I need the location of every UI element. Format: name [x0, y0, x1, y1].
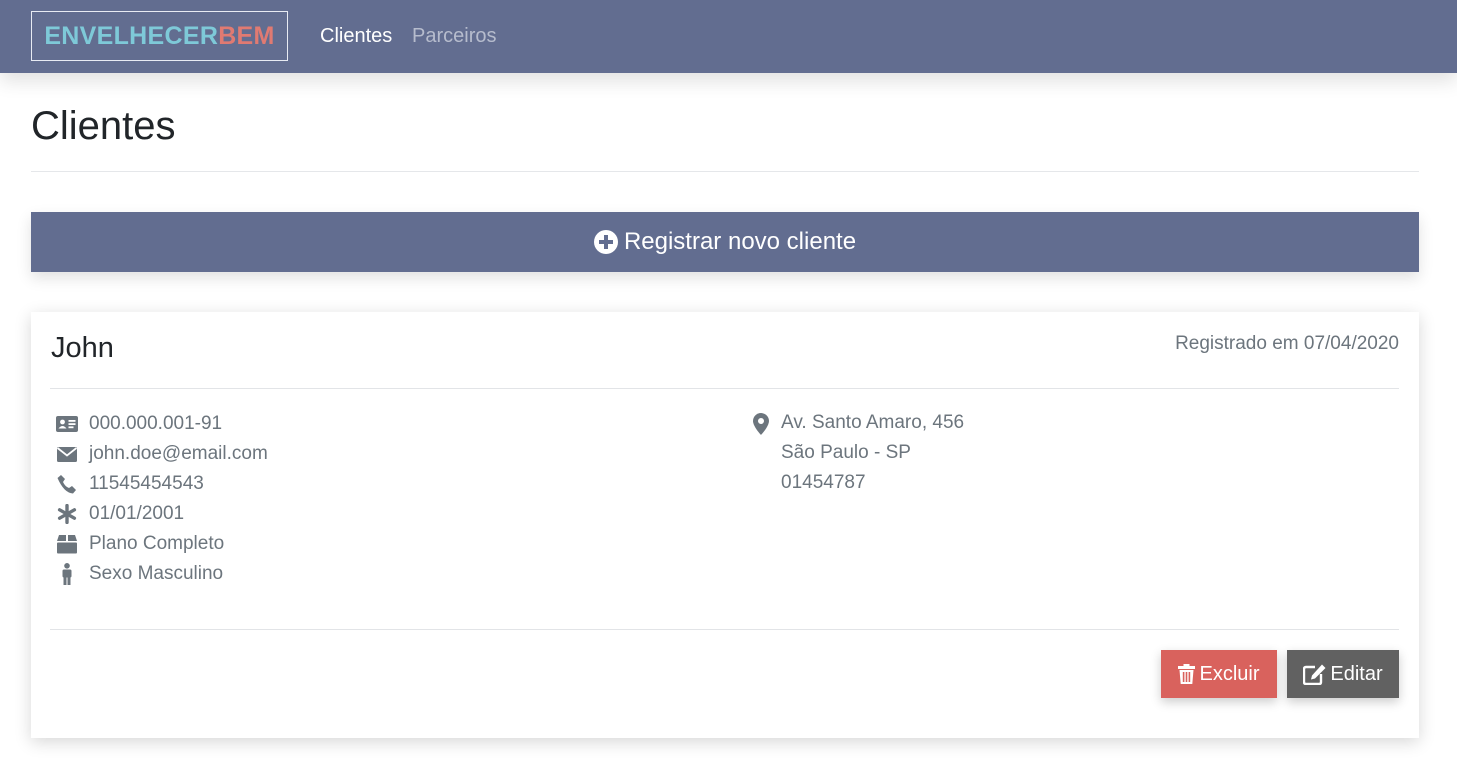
- address-line-city: São Paulo - SP: [781, 442, 911, 463]
- register-client-label: Registrar novo cliente: [623, 228, 857, 255]
- card-header-divider: [50, 388, 1399, 389]
- detail-text: Sexo Masculino: [89, 563, 224, 584]
- client-card: John Registrado em 07/04/2020 000.000.00…: [31, 312, 1419, 738]
- brand-logo[interactable]: ENVELHECER BEM: [31, 11, 288, 61]
- navbar: ENVELHECER BEM Clientes Parceiros: [0, 0, 1457, 73]
- detail-row-plan: Plano Completo: [55, 529, 224, 559]
- address-line-zip: 01454787: [781, 472, 866, 493]
- trash-icon: [1178, 664, 1196, 684]
- address-line-street: Av. Santo Amaro, 456: [781, 412, 965, 433]
- card-footer-divider: [50, 629, 1399, 630]
- client-name: John: [51, 332, 114, 364]
- detail-text: Plano Completo: [89, 533, 225, 554]
- register-client-button[interactable]: Registrar novo cliente: [31, 212, 1419, 272]
- detail-text: 000.000.001-91: [89, 413, 223, 434]
- detail-text: 11545454543: [89, 473, 204, 494]
- page-title: Clientes: [31, 104, 176, 148]
- edit-icon: [1303, 664, 1326, 685]
- nav-link-clientes[interactable]: Clientes: [320, 25, 392, 48]
- box-icon: [55, 532, 79, 556]
- registration-date: Registrado em 07/04/2020: [1175, 333, 1399, 354]
- detail-row-sex: Sexo Masculino: [55, 559, 223, 589]
- detail-row-phone: 11545454543: [55, 469, 204, 499]
- delete-client-button[interactable]: Excluir: [1161, 650, 1277, 698]
- detail-row-email: john.doe@email.com: [55, 439, 268, 469]
- edit-client-label: Editar: [1330, 662, 1383, 685]
- brand-part-1: ENVELHECER: [44, 21, 219, 50]
- detail-row-document: 000.000.001-91: [55, 409, 222, 439]
- edit-client-button[interactable]: Editar: [1287, 650, 1399, 698]
- male-icon: [55, 562, 79, 586]
- phone-icon: [55, 472, 79, 496]
- map-marker-icon: [749, 412, 773, 436]
- delete-client-label: Excluir: [1199, 662, 1260, 685]
- plus-circle-icon: [593, 230, 618, 254]
- id-card-icon: [55, 412, 79, 436]
- brand-part-2: BEM: [218, 21, 275, 50]
- asterisk-icon: [55, 502, 79, 526]
- nav-link-parceiros[interactable]: Parceiros: [412, 25, 496, 48]
- detail-text: 01/01/2001: [89, 503, 185, 524]
- detail-text: john.doe@email.com: [89, 443, 268, 464]
- detail-row-birthdate: 01/01/2001: [55, 499, 184, 529]
- envelope-icon: [55, 442, 79, 466]
- title-divider: [31, 171, 1419, 172]
